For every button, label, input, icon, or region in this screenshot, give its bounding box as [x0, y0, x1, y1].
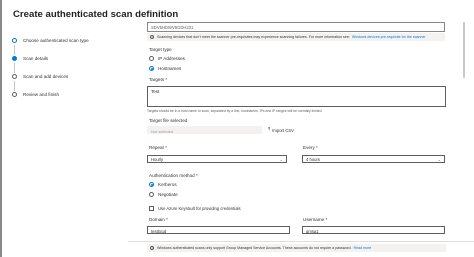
dropdown-value: 4 hours — [306, 156, 320, 162]
vertical-scrollbar[interactable] — [463, 22, 465, 78]
radio-button[interactable] — [149, 192, 154, 197]
radio-kerberos[interactable]: Kerberos — [149, 182, 177, 187]
banner-text: Scanning devices that don't meet the sca… — [157, 35, 350, 39]
radio-button[interactable] — [149, 56, 154, 61]
step-review-finish[interactable]: Review and finish — [12, 92, 59, 97]
step-label: Scan and add devices — [23, 74, 69, 79]
footer-divider — [128, 241, 474, 242]
every-label: Every * — [303, 145, 318, 150]
window-left-edge — [0, 0, 2, 257]
domain-input[interactable]: testlocal — [147, 226, 290, 234]
checkbox-label: Use Azure KeyVault for providing credent… — [158, 206, 241, 211]
banner-text: Windows authenticated scans only support… — [157, 246, 352, 250]
keyvault-checkbox-row[interactable]: Use Azure KeyVault for providing credent… — [149, 206, 241, 211]
target-file-input: Not selected — [147, 126, 262, 134]
target-file-label: Target file selected — [149, 118, 188, 123]
radio-button-selected[interactable] — [149, 182, 154, 187]
import-label: Import CSV — [272, 127, 294, 133]
repeat-label: Repeat * — [149, 145, 167, 150]
step-pending-icon — [12, 74, 17, 79]
step-connector — [14, 63, 15, 73]
step-connector — [14, 81, 15, 91]
radio-negotiate[interactable]: Negotiate — [149, 192, 178, 197]
step-current-icon — [12, 56, 17, 61]
info-icon: i — [150, 246, 154, 250]
page-title: Create authenticated scan definition — [13, 9, 179, 20]
domain-label: Domain * — [149, 217, 168, 222]
step-pending-icon — [12, 92, 17, 97]
prerequisite-link[interactable]: Windows devices pre-requisite for the sc… — [352, 35, 426, 39]
step-label: Review and finish — [23, 92, 60, 97]
info-icon: i — [150, 35, 154, 39]
username-label: Username * — [303, 217, 328, 222]
step-complete-icon — [12, 38, 17, 43]
step-scan-details[interactable]: Scan details — [12, 56, 48, 61]
prerequisite-banner: i Scanning devices that don't meet the s… — [147, 33, 445, 41]
targets-label: Targets * — [149, 77, 168, 82]
step-choose-scan-type[interactable]: Choose authenticated scan type — [12, 38, 89, 43]
gmsa-info-banner: i Windows authenticated scans only suppo… — [147, 244, 446, 252]
repeat-dropdown[interactable]: Hourly ⌄ — [147, 155, 287, 163]
step-connector — [14, 45, 15, 55]
read-more-link[interactable]: Read more — [354, 246, 372, 250]
targets-textarea[interactable]: Test — [147, 86, 446, 107]
chevron-down-icon: ⌄ — [279, 156, 283, 162]
import-csv-button[interactable]: ⤒ Import CSV — [268, 127, 294, 133]
target-type-label: Target type — [149, 47, 172, 52]
step-label: Scan details — [23, 56, 49, 61]
every-dropdown[interactable]: 4 hours ⌄ — [302, 155, 445, 163]
radio-hostnames[interactable]: Hostnames — [149, 66, 181, 71]
radio-ip-addresses[interactable]: IP Addresses — [149, 56, 185, 61]
radio-button-selected[interactable] — [149, 66, 154, 71]
dropdown-value: Hourly — [151, 156, 164, 162]
auth-method-label: Authentication method * — [149, 173, 198, 178]
chevron-down-icon: ⌄ — [437, 156, 441, 162]
targets-hint: Targets should be in a host name to scan… — [147, 109, 322, 113]
step-label: Choose authenticated scan type — [23, 38, 89, 43]
step-scan-add-devices[interactable]: Scan and add devices — [12, 74, 68, 79]
radio-label: Negotiate — [158, 192, 178, 197]
radio-label: Kerberos — [158, 182, 177, 187]
username-input[interactable]: gmsa1 — [302, 226, 445, 234]
upload-icon: ⤒ — [268, 127, 271, 133]
scanner-field[interactable]: SDV5HDWV5GDH231 — [147, 22, 445, 32]
radio-label: IP Addresses — [158, 56, 185, 61]
keyvault-checkbox[interactable] — [149, 206, 154, 211]
radio-label: Hostnames — [158, 66, 182, 71]
